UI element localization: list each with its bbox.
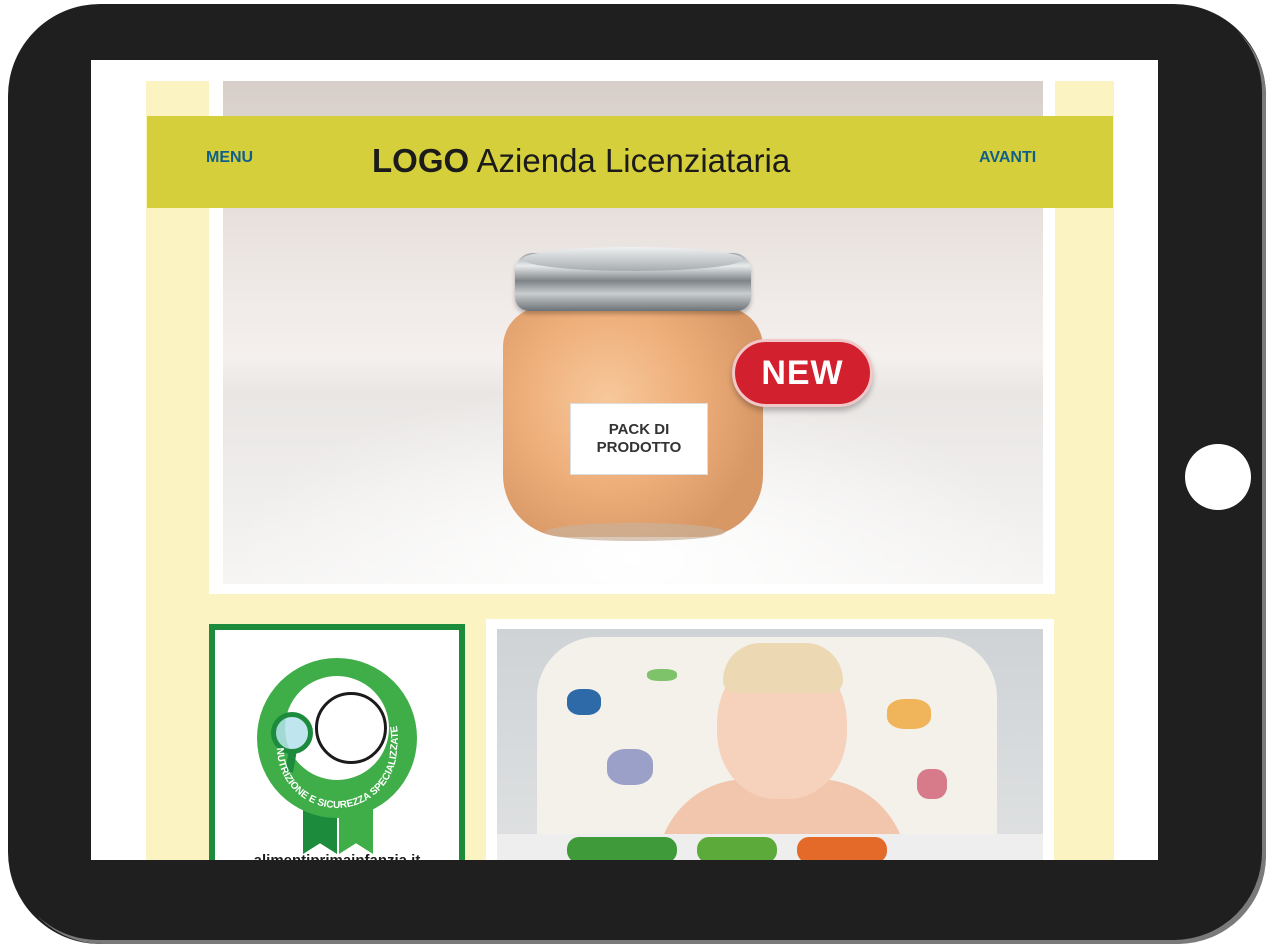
tablet-screen: PACK DI PRODOTTO NEW MENU LOGO Azienda L…	[91, 60, 1158, 860]
jar-base	[545, 523, 725, 541]
chair-pattern-green	[647, 669, 677, 681]
home-button[interactable]	[1185, 444, 1251, 510]
chair-pattern-pink	[917, 769, 947, 799]
app-title-logo: LOGO	[372, 142, 470, 179]
baby-eating-photo	[497, 629, 1043, 860]
svg-text:NUTRIZIONE E SICUREZZA SPECIAL: NUTRIZIONE E SICUREZZA SPECIALIZZATE	[274, 725, 401, 811]
green-beans	[567, 837, 677, 860]
seal-badge: NUTRIZIONE E SICUREZZA SPECIALIZZATE	[257, 658, 417, 818]
seal-ring-textpath: NUTRIZIONE E SICUREZZA SPECIALIZZATE	[274, 725, 401, 811]
avanti-link[interactable]: AVANTI	[979, 149, 1036, 167]
quality-seal-box[interactable]: NUTRIZIONE E SICUREZZA SPECIALIZZATE ali…	[209, 624, 465, 860]
pack-label: PACK DI PRODOTTO	[570, 403, 708, 475]
chair-pattern-blue	[567, 689, 601, 715]
new-badge: NEW	[732, 339, 873, 407]
pack-label-line2: PRODOTTO	[596, 439, 682, 456]
baby-hair	[723, 643, 843, 693]
app-title: LOGO Azienda Licenziataria	[372, 142, 790, 180]
jar-lid-top	[523, 247, 743, 271]
pack-label-text: PACK DI PRODOTTO	[597, 421, 682, 457]
app-title-company: Azienda Licenziataria	[476, 142, 791, 179]
pack-label-line1: PACK DI	[608, 421, 670, 438]
seal-site-text: alimentiprimainfanzia.it	[215, 852, 459, 860]
carrots	[797, 837, 887, 860]
seal-ring-text: NUTRIZIONE E SICUREZZA SPECIALIZZATE	[274, 725, 401, 811]
menu-link[interactable]: MENU	[206, 149, 253, 167]
new-badge-text: NEW	[761, 353, 844, 392]
product-jar-image: PACK DI PRODOTTO	[495, 241, 776, 544]
peas	[697, 837, 777, 860]
chair-pattern-elephant	[607, 749, 653, 785]
chair-pattern-orange	[887, 699, 931, 729]
